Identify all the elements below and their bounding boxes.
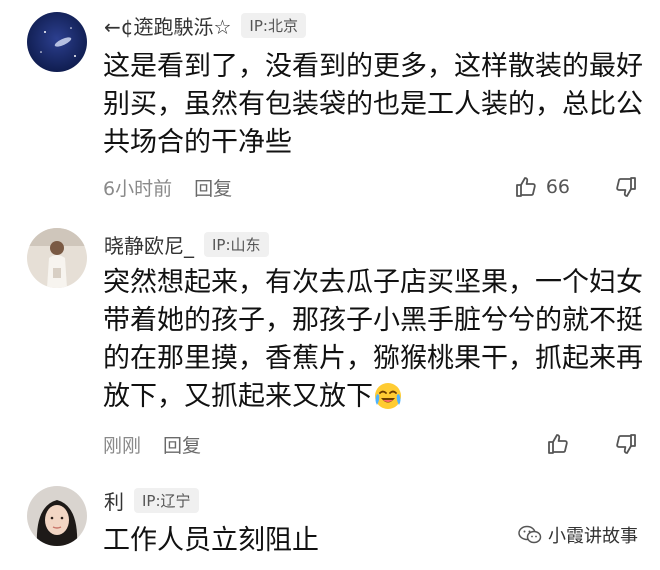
avatar[interactable] xyxy=(27,486,87,546)
like-button[interactable] xyxy=(546,432,570,456)
timestamp: 刚刚 xyxy=(103,434,142,457)
dislike-button[interactable] xyxy=(614,432,638,456)
watermark-text: 小霞讲故事 xyxy=(548,526,638,547)
ip-location-badge: IP:辽宁 xyxy=(134,487,199,513)
username[interactable]: 晓静欧尼_ xyxy=(104,230,194,259)
avatar[interactable] xyxy=(27,12,87,72)
dislike-button[interactable] xyxy=(614,175,638,199)
username[interactable]: 利 xyxy=(104,486,124,515)
crying-laughing-emoji-icon xyxy=(373,381,403,411)
author-row: 晓静欧尼_ IP:山东 xyxy=(104,229,269,259)
comment-list: ←¢逩跑駚泺☆ IP:北京 这是看到了，没看到的更多，这样散装的最好别买，虽然有… xyxy=(0,0,660,570)
thumbs-down-icon xyxy=(614,175,638,199)
username[interactable]: ←¢逩跑駚泺☆ xyxy=(104,11,231,40)
ip-location-badge: IP:山东 xyxy=(204,231,269,257)
author-row: 利 IP:辽宁 xyxy=(104,485,199,515)
ip-location-badge: IP:北京 xyxy=(241,12,306,38)
avatar[interactable] xyxy=(27,228,87,288)
comment-meta: 刚刚 回复 xyxy=(103,427,638,461)
reply-button[interactable]: 回复 xyxy=(194,174,232,201)
wechat-logo-icon xyxy=(518,525,542,545)
comment-text: 突然想起来，有次去瓜子店买坚果，一个妇女带着她的孩子，那孩子小黑手脏兮兮的就不挺… xyxy=(103,264,643,416)
thumbs-up-icon xyxy=(514,175,538,199)
like-button[interactable]: 66 xyxy=(514,175,570,199)
comment-text: 这是看到了，没看到的更多，这样散装的最好别买，虽然有包装袋的也是工人装的，总比公… xyxy=(103,51,643,158)
reply-button[interactable]: 回复 xyxy=(163,431,201,458)
comment-meta: 6小时前 回复 66 xyxy=(103,170,638,204)
like-count: 66 xyxy=(545,176,570,198)
author-row: ←¢逩跑駚泺☆ IP:北京 xyxy=(104,10,306,40)
thumbs-up-icon xyxy=(546,432,570,456)
watermark: 小霞讲故事 xyxy=(518,522,638,548)
thumbs-down-icon xyxy=(614,432,638,456)
timestamp: 6小时前 xyxy=(103,177,173,200)
